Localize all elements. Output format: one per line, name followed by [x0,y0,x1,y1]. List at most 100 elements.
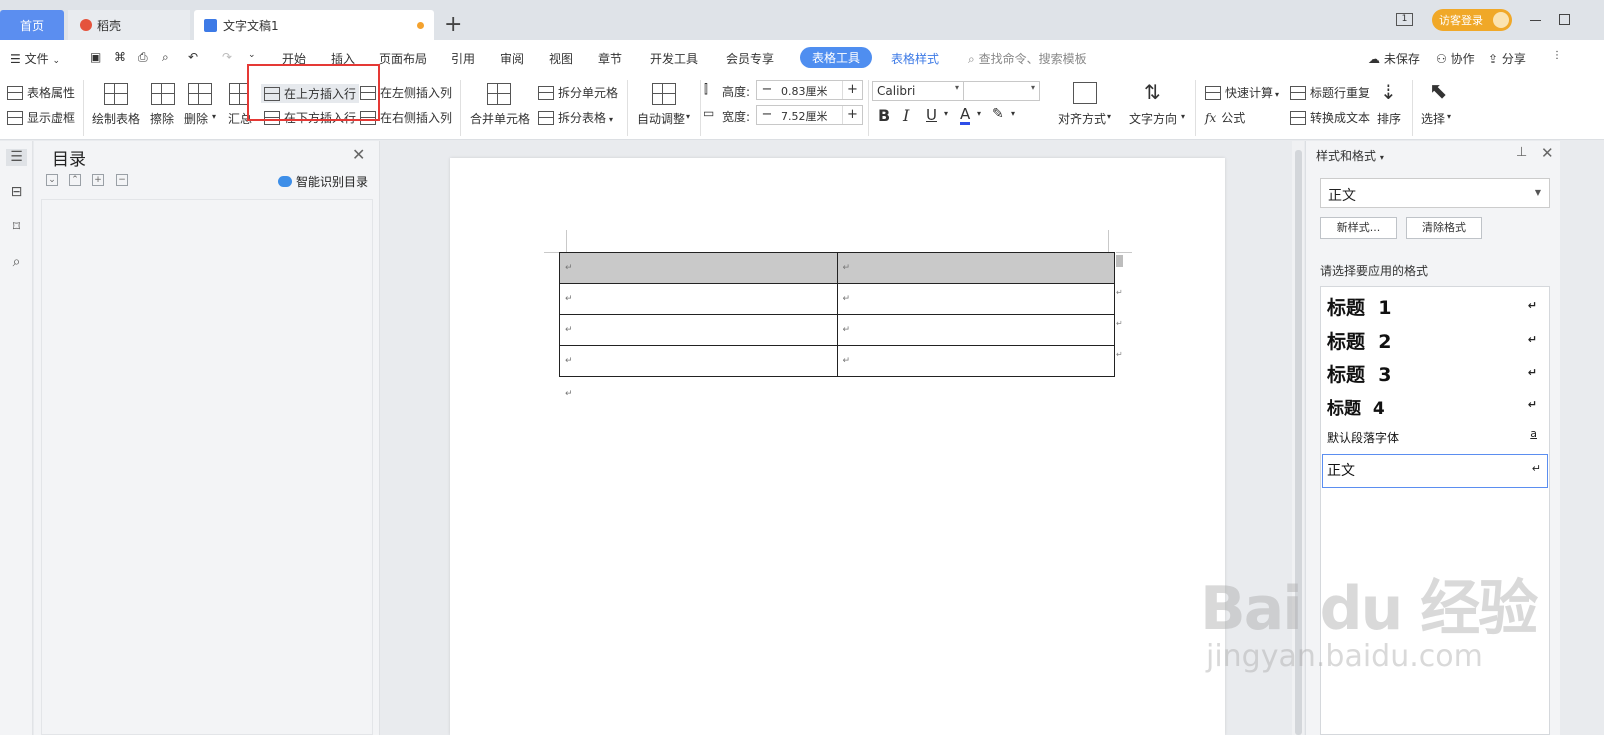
width-value[interactable]: 7.52厘米 [781,108,828,124]
page-count-icon[interactable]: 1 [1396,13,1413,26]
smart-toc-button[interactable]: 智能识别目录 [278,173,368,190]
expand-icon[interactable]: ⌃ [69,174,81,186]
demote-icon[interactable]: − [116,174,128,186]
bookmark-icon[interactable]: ⌑ [8,219,25,236]
navigation-icon[interactable]: ⊟ [8,184,25,201]
table-cell[interactable]: ↵ [836,314,1115,346]
close-icon[interactable]: ✕ [1541,144,1554,162]
style-item-heading-2[interactable]: 标题 2 ↵ [1327,327,1543,354]
formula-button[interactable]: fx 公式 [1205,109,1245,126]
table-props-button[interactable]: 表格属性 [7,84,75,101]
toc-list[interactable] [41,199,373,735]
italic-icon[interactable]: I [903,106,909,125]
bold-icon[interactable]: B [878,106,890,125]
height-stepper[interactable]: − 0.83厘米 + [756,80,863,100]
table-cell[interactable]: ↵ [836,283,1115,315]
tab-view[interactable]: 视图 [549,50,573,67]
table-cell[interactable]: ↵ [559,252,838,284]
new-tab-button[interactable]: + [444,12,462,37]
style-item-heading-3[interactable]: 标题 3 ↵ [1327,360,1543,387]
sort-button[interactable]: ⇣ 排序 [1374,76,1406,140]
save-icon[interactable]: ▣ [90,50,101,64]
split-table-button[interactable]: 拆分表格 ▾ [538,109,613,126]
print-icon[interactable]: ⎙ [138,50,148,65]
table-row[interactable]: ↵ ↵ [559,345,1115,377]
tab-page-layout[interactable]: 页面布局 [379,50,427,67]
style-item-heading-1[interactable]: 标题 1 ↵ [1327,293,1543,320]
more-vertical-icon[interactable]: ⋮ [1552,50,1562,61]
font-name-select[interactable]: Calibri ▾ [872,81,964,101]
tab-daoke[interactable]: 稻壳 [68,10,190,40]
collab-button[interactable]: ⚇ 协作 [1436,50,1475,67]
minimize-icon[interactable] [1530,20,1541,21]
align-button[interactable]: 对齐方式 ▾ [1055,76,1115,140]
highlight-dropdown-icon[interactable]: ▾ [1011,109,1015,118]
clear-format-button[interactable]: 清除格式 [1406,217,1482,239]
maximize-icon[interactable] [1559,14,1570,25]
repeat-header-button[interactable]: 标题行重复 [1290,84,1370,101]
delete-button[interactable]: 删除 ▾ [184,76,220,140]
file-menu[interactable]: ☰ 文件 ⌄ [10,50,60,67]
undo-icon[interactable]: ↶ [188,50,198,64]
font-color-icon[interactable]: A [960,106,971,125]
table-cell[interactable]: ↵ [559,314,838,346]
more-chevron-icon[interactable]: ⌄ [248,50,256,60]
document-table[interactable]: ↵ ↵ ↵ ↵ ↵ ↵ ↵ ↵ [559,252,1115,377]
show-gridlines-button[interactable]: 显示虚框 [7,109,75,126]
table-cell[interactable]: ↵ [836,345,1115,377]
close-icon[interactable]: ✕ [352,145,365,164]
erase-button[interactable]: 擦除 [148,76,178,140]
style-item-heading-4[interactable]: 标题 4 ↵ [1327,394,1543,419]
format-painter-icon[interactable]: ⌘ [114,50,126,64]
tab-chapter[interactable]: 章节 [598,50,622,67]
to-text-button[interactable]: 转换成文本 [1290,109,1370,126]
tab-table-style[interactable]: 表格样式 [891,50,939,67]
width-increase-button[interactable]: + [842,106,862,124]
underline-dropdown-icon[interactable]: ▾ [944,109,948,118]
tab-document[interactable]: 文字文稿1 [194,10,434,40]
height-value[interactable]: 0.83厘米 [781,83,828,99]
tab-table-tools[interactable]: 表格工具 [800,47,872,68]
draw-table-button[interactable]: 绘制表格 [91,76,141,140]
font-size-select[interactable]: ▾ [963,81,1040,101]
tab-home[interactable]: 首页 [0,10,64,40]
redo-icon[interactable]: ↷ [222,50,232,64]
unsaved-status[interactable]: ☁ 未保存 [1368,50,1420,67]
table-cell[interactable]: ↵ [559,283,838,315]
collapse-icon[interactable]: ⌄ [46,174,58,186]
table-row[interactable]: ↵ ↵ [559,252,1115,284]
tab-reference[interactable]: 引用 [451,50,475,67]
table-cell[interactable]: ↵ [836,252,1115,284]
command-search[interactable]: ⌕ 查找命令、搜索模板 [968,50,1087,67]
login-button[interactable]: 访客登录 [1432,9,1512,31]
merge-cells-button[interactable]: 合并单元格 [468,76,530,140]
highlight-pen-icon[interactable]: ✎ [992,106,1004,122]
height-increase-button[interactable]: + [842,81,862,99]
tab-member[interactable]: 会员专享 [726,50,774,67]
width-decrease-button[interactable]: − [757,106,777,124]
table-row[interactable]: ↵ ↵ [559,283,1115,315]
quick-calc-button[interactable]: 快速计算 ▾ [1205,84,1279,101]
style-item-body[interactable]: 正文 ↵ [1322,454,1548,488]
auto-fit-button[interactable]: 自动调整 ▾ [636,76,696,140]
table-row[interactable]: ↵ ↵ [559,314,1115,346]
new-style-button[interactable]: 新样式... [1320,217,1397,239]
share-button[interactable]: ⇪ 分享 [1488,50,1526,67]
pin-icon[interactable]: ⊥ [1516,145,1527,160]
tab-review[interactable]: 审阅 [500,50,524,67]
select-button[interactable]: ⬉ 选择 ▾ [1419,76,1457,140]
tab-developer[interactable]: 开发工具 [650,50,698,67]
current-style-select[interactable]: 正文 ▼ [1320,178,1550,208]
promote-icon[interactable]: + [92,174,104,186]
styles-panel-title[interactable]: 样式和格式 ▾ [1316,147,1384,164]
split-cells-button[interactable]: 拆分单元格 [538,84,618,101]
font-color-dropdown-icon[interactable]: ▾ [977,109,981,118]
underline-icon[interactable]: U [926,106,937,124]
style-item-default-font[interactable]: 默认段落字体 a [1327,427,1543,446]
print-preview-icon[interactable]: ⌕ [162,50,169,65]
table-cell[interactable]: ↵ [559,345,838,377]
text-direction-button[interactable]: ⇅ 文字方向 ▾ [1126,76,1188,140]
toc-icon[interactable]: ☰ [6,149,27,166]
width-stepper[interactable]: − 7.52厘米 + [756,105,863,125]
search-icon[interactable]: ⌕ [8,254,25,271]
